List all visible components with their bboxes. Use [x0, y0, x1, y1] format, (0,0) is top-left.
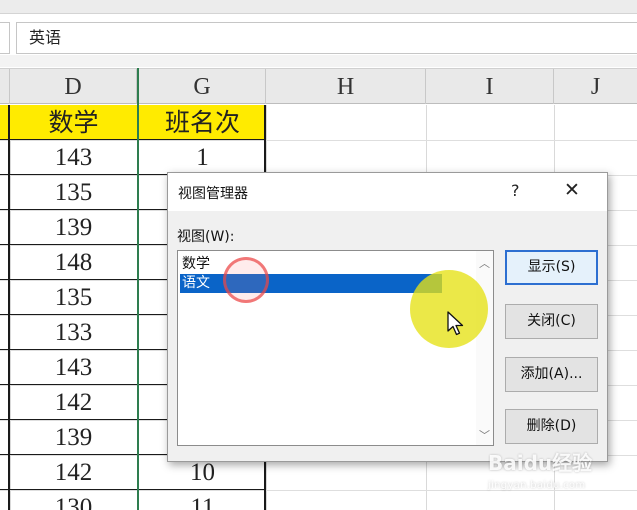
dialog-titlebar[interactable]: 视图管理器 ? ✕	[168, 173, 607, 211]
show-button[interactable]: 显示(S)	[505, 250, 598, 285]
mouse-pointer-icon	[447, 311, 464, 336]
cell-g[interactable]: 1	[139, 140, 266, 175]
cell-d[interactable]: 135	[10, 280, 137, 315]
cell-d[interactable]: 143	[10, 350, 137, 385]
cell-d[interactable]: 143	[10, 140, 137, 175]
scroll-up-icon[interactable]: ︿	[478, 255, 491, 271]
views-list-label: 视图(W):	[177, 229, 235, 245]
click-indicator	[223, 257, 269, 303]
delete-button[interactable]: 删除(D)	[505, 409, 598, 444]
header-cell-math[interactable]: 数学	[10, 105, 137, 140]
cell-d[interactable]: 142	[10, 455, 137, 490]
formula-gap	[0, 55, 637, 67]
dialog-title: 视图管理器	[178, 186, 248, 202]
scroll-down-icon[interactable]: ﹀	[478, 427, 491, 443]
column-headers: D G H I J	[0, 68, 637, 104]
cell-d[interactable]: 130	[10, 490, 137, 510]
view-item-math[interactable]: 数学	[180, 255, 442, 274]
cell-d[interactable]: 133	[10, 315, 137, 350]
watermark-url: jingyan.baidu.com	[488, 480, 586, 491]
cell-d[interactable]: 139	[10, 420, 137, 455]
ribbon-edge	[0, 0, 637, 14]
cell-d[interactable]: 148	[10, 245, 137, 280]
cell-d[interactable]: 135	[10, 175, 137, 210]
column-header-g[interactable]: G	[139, 69, 266, 104]
watermark-brand: Baidu经验	[488, 451, 593, 475]
view-manager-dialog: 视图管理器 ? ✕ 视图(W): 数学 语文 ︿ ﹀ 显示(S) 关闭(C) 添…	[167, 172, 608, 462]
list-scrollbar[interactable]: ︿ ﹀	[476, 251, 493, 445]
column-header-partial[interactable]	[0, 69, 10, 104]
column-header-i[interactable]: I	[426, 69, 554, 104]
header-cell-class-rank[interactable]: 班名次	[139, 105, 266, 140]
cell-d[interactable]: 142	[10, 385, 137, 420]
close-button[interactable]: 关闭(C)	[505, 304, 598, 339]
column-header-d[interactable]: D	[10, 69, 137, 104]
cell-g[interactable]: 11	[139, 490, 266, 510]
column-header-j[interactable]: J	[554, 69, 637, 104]
cell-d[interactable]: 139	[10, 210, 137, 245]
column-header-h[interactable]: H	[266, 69, 426, 104]
formula-bar[interactable]: 英语	[16, 22, 637, 54]
view-item-chinese[interactable]: 语文	[180, 274, 442, 293]
close-icon[interactable]: ✕	[564, 179, 580, 201]
baidu-watermark: Baidu经验 jingyan.baidu.com	[488, 447, 608, 495]
add-button[interactable]: 添加(A)...	[505, 357, 598, 392]
name-box[interactable]	[0, 22, 10, 54]
help-icon[interactable]: ?	[511, 181, 520, 200]
frozen-pane-line	[137, 68, 139, 510]
